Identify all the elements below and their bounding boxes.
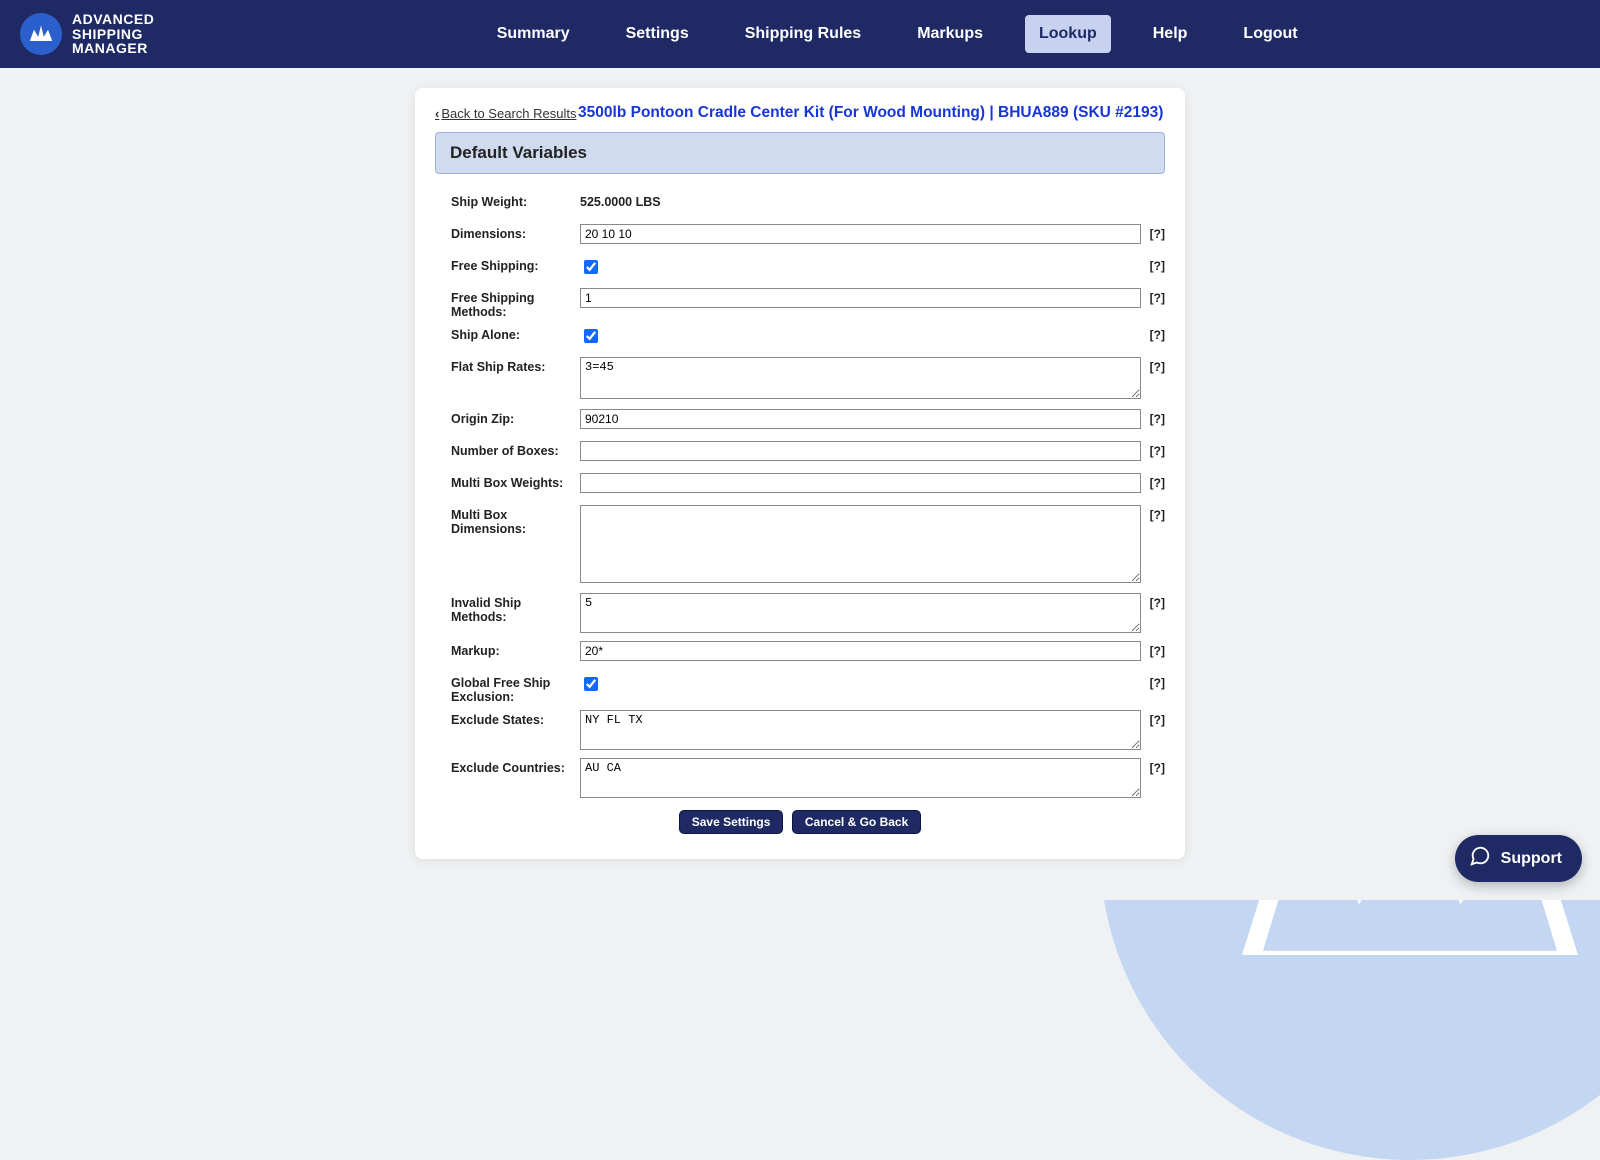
help-multi-box-weights[interactable]: [?] bbox=[1141, 473, 1165, 490]
product-card: ‹ Back to Search Results 3500lb Pontoon … bbox=[415, 88, 1185, 859]
label-free-shipping-methods: Free Shipping Methods: bbox=[435, 288, 580, 319]
brand-logo-icon bbox=[20, 13, 62, 55]
label-flat-ship-rates: Flat Ship Rates: bbox=[435, 357, 580, 374]
help-origin-zip[interactable]: [?] bbox=[1141, 409, 1165, 426]
help-invalid-ship-methods[interactable]: [?] bbox=[1141, 593, 1165, 610]
label-multi-box-weights: Multi Box Weights: bbox=[435, 473, 580, 490]
label-number-of-boxes: Number of Boxes: bbox=[435, 441, 580, 458]
input-multi-box-weights[interactable] bbox=[580, 473, 1141, 493]
textarea-exclude-countries[interactable]: AU CA bbox=[580, 758, 1141, 798]
label-exclude-countries: Exclude Countries: bbox=[435, 758, 580, 775]
cancel-button[interactable]: Cancel & Go Back bbox=[792, 810, 921, 834]
nav-logout[interactable]: Logout bbox=[1229, 15, 1311, 53]
chevron-left-icon: ‹ bbox=[435, 106, 439, 121]
checkbox-global-free-ship-exclusion[interactable] bbox=[584, 677, 598, 691]
nav-markups[interactable]: Markups bbox=[903, 15, 997, 53]
input-free-shipping-methods[interactable] bbox=[580, 288, 1141, 308]
input-number-of-boxes[interactable] bbox=[580, 441, 1141, 461]
label-markup: Markup: bbox=[435, 641, 580, 658]
checkbox-ship-alone[interactable] bbox=[584, 329, 598, 343]
app-header: ADVANCED SHIPPING MANAGER Summary Settin… bbox=[0, 0, 1600, 68]
label-global-free-ship-exclusion: Global Free Ship Exclusion: bbox=[435, 673, 580, 704]
help-free-shipping[interactable]: [?] bbox=[1141, 256, 1165, 273]
input-dimensions[interactable] bbox=[580, 224, 1141, 244]
nav-settings[interactable]: Settings bbox=[612, 15, 703, 53]
help-dimensions[interactable]: [?] bbox=[1141, 224, 1165, 241]
help-exclude-states[interactable]: [?] bbox=[1141, 710, 1165, 727]
checkbox-free-shipping[interactable] bbox=[584, 260, 598, 274]
input-origin-zip[interactable] bbox=[580, 409, 1141, 429]
nav-lookup[interactable]: Lookup bbox=[1025, 15, 1111, 53]
textarea-exclude-states[interactable]: NY FL TX bbox=[580, 710, 1141, 750]
nav-summary[interactable]: Summary bbox=[483, 15, 584, 53]
help-ship-alone[interactable]: [?] bbox=[1141, 325, 1165, 342]
section-default-variables: Default Variables bbox=[435, 132, 1165, 174]
textarea-invalid-ship-methods[interactable]: 5 bbox=[580, 593, 1141, 633]
help-markup[interactable]: [?] bbox=[1141, 641, 1165, 658]
label-dimensions: Dimensions: bbox=[435, 224, 580, 241]
input-markup[interactable] bbox=[580, 641, 1141, 661]
main-nav: Summary Settings Shipping Rules Markups … bbox=[483, 15, 1312, 53]
back-to-search-link[interactable]: ‹ Back to Search Results bbox=[435, 106, 576, 121]
help-free-shipping-methods[interactable]: [?] bbox=[1141, 288, 1165, 305]
label-exclude-states: Exclude States: bbox=[435, 710, 580, 727]
textarea-multi-box-dimensions[interactable] bbox=[580, 505, 1141, 583]
nav-shipping-rules[interactable]: Shipping Rules bbox=[731, 15, 875, 53]
label-free-shipping: Free Shipping: bbox=[435, 256, 580, 273]
save-button[interactable]: Save Settings bbox=[679, 810, 784, 834]
help-global-free-ship-exclusion[interactable]: [?] bbox=[1141, 673, 1165, 690]
label-multi-box-dimensions: Multi Box Dimensions: bbox=[435, 505, 580, 536]
label-invalid-ship-methods: Invalid Ship Methods: bbox=[435, 593, 580, 624]
label-ship-weight: Ship Weight: bbox=[435, 192, 580, 209]
support-button[interactable]: Support bbox=[1455, 835, 1582, 882]
help-number-of-boxes[interactable]: [?] bbox=[1141, 441, 1165, 458]
value-ship-weight: 525.0000 LBS bbox=[580, 192, 661, 209]
product-title: 3500lb Pontoon Cradle Center Kit (For Wo… bbox=[576, 104, 1165, 122]
brand-block: ADVANCED SHIPPING MANAGER bbox=[20, 12, 154, 56]
label-ship-alone: Ship Alone: bbox=[435, 325, 580, 342]
help-exclude-countries[interactable]: [?] bbox=[1141, 758, 1165, 775]
help-multi-box-dimensions[interactable]: [?] bbox=[1141, 505, 1165, 522]
help-flat-ship-rates[interactable]: [?] bbox=[1141, 357, 1165, 374]
textarea-flat-ship-rates[interactable]: 3=45 bbox=[580, 357, 1141, 399]
label-origin-zip: Origin Zip: bbox=[435, 409, 580, 426]
chat-icon bbox=[1469, 845, 1491, 872]
brand-text: ADVANCED SHIPPING MANAGER bbox=[72, 12, 154, 56]
nav-help[interactable]: Help bbox=[1139, 15, 1202, 53]
